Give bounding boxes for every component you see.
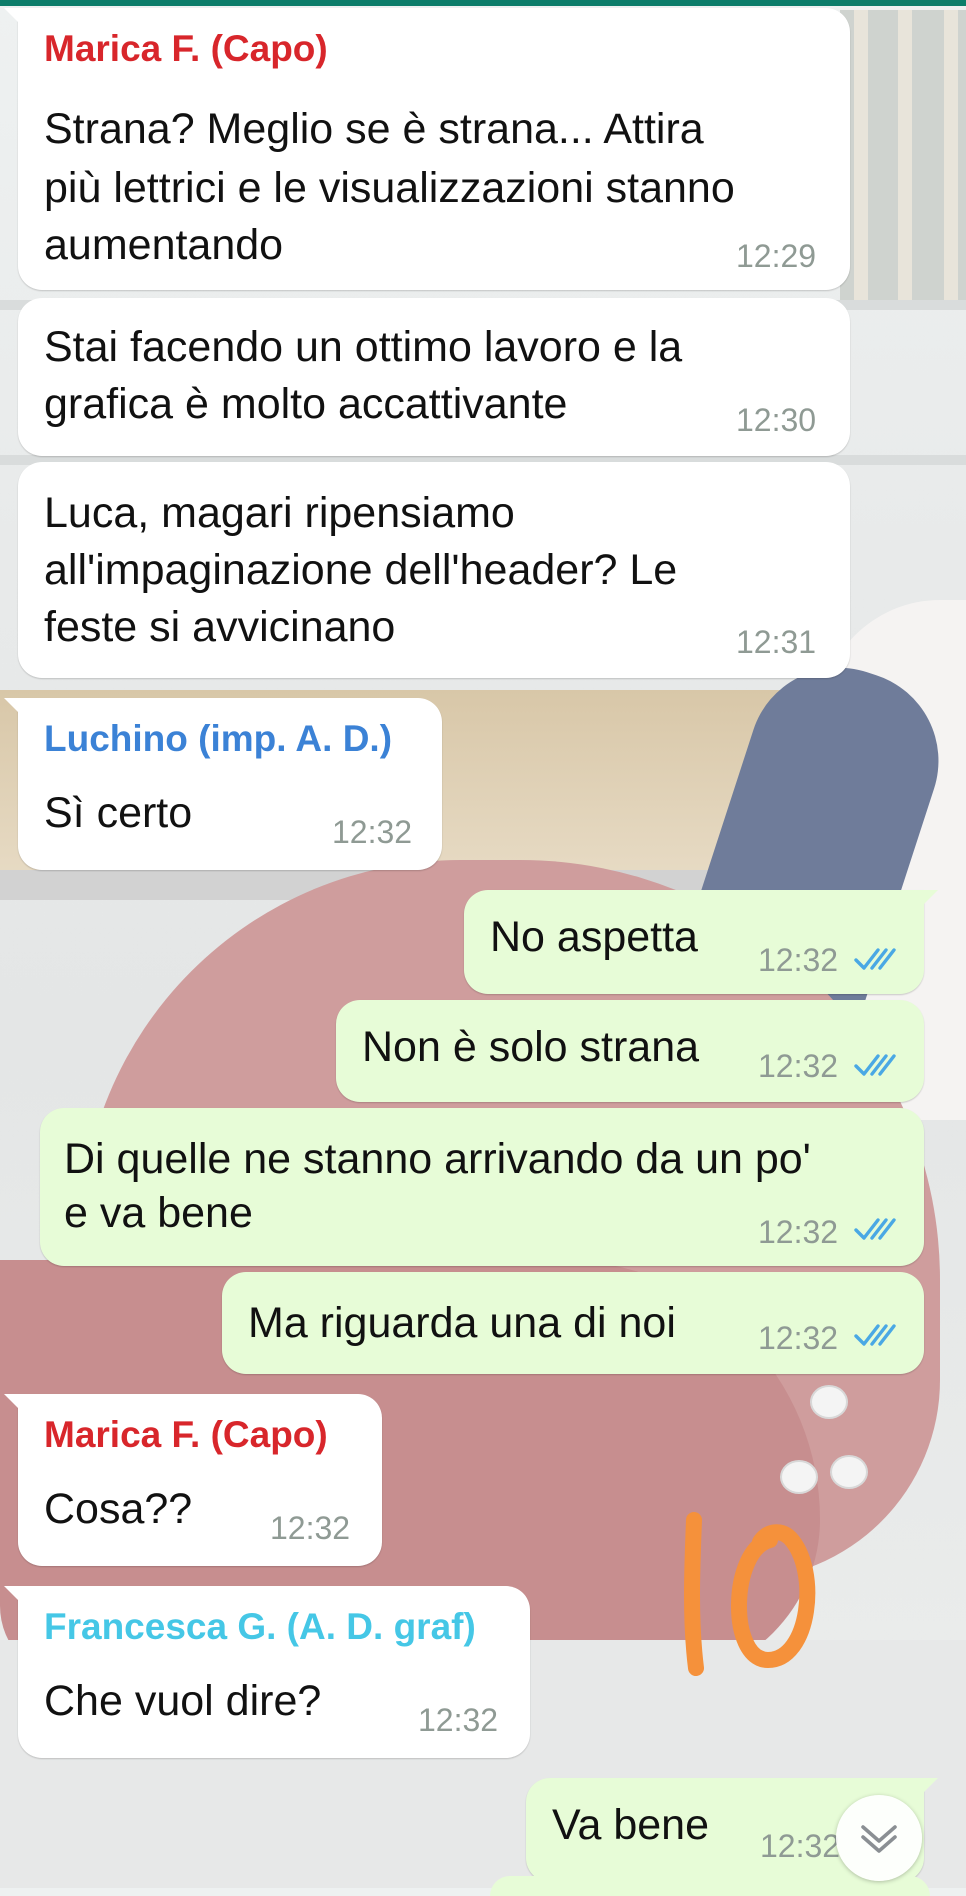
message-time: 12:32 xyxy=(758,1214,839,1250)
message-text: No aspetta xyxy=(490,913,698,961)
scroll-to-bottom-button[interactable] xyxy=(836,1795,922,1881)
message-bubble[interactable]: Ma riguarda una di noi 12:32 xyxy=(222,1272,924,1374)
message-text: Che vuol dire? xyxy=(44,1677,322,1725)
message-bubble[interactable]: Luchino (imp. A. D.) Sì certo 12:32 xyxy=(4,698,442,870)
message-time: 12:32 xyxy=(418,1702,499,1738)
message-time: 12:32 xyxy=(758,1048,839,1084)
sender-name[interactable]: Marica F. (Capo) xyxy=(44,28,328,70)
message-text: Luca, magari ripensiamo xyxy=(44,489,515,537)
message-bubble[interactable]: No aspetta 12:32 xyxy=(464,890,938,994)
message-time: 12:32 xyxy=(760,1828,841,1864)
message-text: Di quelle ne stanno arrivando da un po' xyxy=(64,1135,811,1183)
double-check-icon xyxy=(854,1324,896,1346)
message-text: Cosa?? xyxy=(44,1485,193,1533)
message-text: feste si avvicinano xyxy=(44,603,396,651)
sender-name[interactable]: Francesca G. (A. D. graf) xyxy=(44,1606,476,1648)
double-check-icon xyxy=(854,948,896,970)
message-text: all'impaginazione dell'header? Le xyxy=(44,546,678,594)
double-check-icon xyxy=(854,1218,896,1240)
message-text: Va bene xyxy=(552,1801,710,1849)
message-time: 12:32 xyxy=(758,942,839,978)
message-text: più lettrici e le visualizzazioni stanno xyxy=(44,164,735,212)
message-text: e va bene xyxy=(64,1189,253,1237)
message-time: 12:31 xyxy=(736,624,817,660)
chevron-down-icon xyxy=(861,1825,897,1853)
message-time: 12:29 xyxy=(736,238,817,274)
message-bubble[interactable]: Marica F. (Capo) Cosa?? 12:32 xyxy=(4,1394,382,1566)
message-text: grafica è molto accattivante xyxy=(44,380,568,428)
message-bubble[interactable]: Di quelle ne stanno arrivando da un po' … xyxy=(40,1108,924,1266)
double-check-icon xyxy=(854,1054,896,1076)
message-bubble[interactable]: Stai facendo un ottimo lavoro e la grafi… xyxy=(18,298,850,456)
handwritten-annotation xyxy=(684,1512,816,1676)
sender-name[interactable]: Luchino (imp. A. D.) xyxy=(44,718,392,760)
message-bubble[interactable]: Marica F. (Capo) Strana? Meglio se è str… xyxy=(4,8,850,290)
message-text: Sì certo xyxy=(44,789,193,837)
message-time: 12:32 xyxy=(758,1320,839,1356)
message-text: Stai facendo un ottimo lavoro e la xyxy=(44,323,683,371)
message-bubble[interactable]: Non è solo strana 12:32 xyxy=(336,1000,924,1102)
message-bubble[interactable]: Luca, magari ripensiamo all'impaginazion… xyxy=(18,462,850,678)
message-time: 12:32 xyxy=(332,814,413,850)
message-bubble[interactable]: Francesca G. (A. D. graf) Che vuol dire?… xyxy=(4,1586,530,1758)
message-text: aumentando xyxy=(44,221,284,269)
message-time: 12:32 xyxy=(270,1510,351,1546)
next-message-bubble xyxy=(490,1876,930,1896)
sender-name[interactable]: Marica F. (Capo) xyxy=(44,1414,328,1456)
message-time: 12:30 xyxy=(736,402,817,438)
message-text: Strana? Meglio se è strana... Attira xyxy=(44,105,704,153)
message-text: Ma riguarda una di noi xyxy=(248,1299,676,1347)
message-text: Non è solo strana xyxy=(362,1023,700,1071)
